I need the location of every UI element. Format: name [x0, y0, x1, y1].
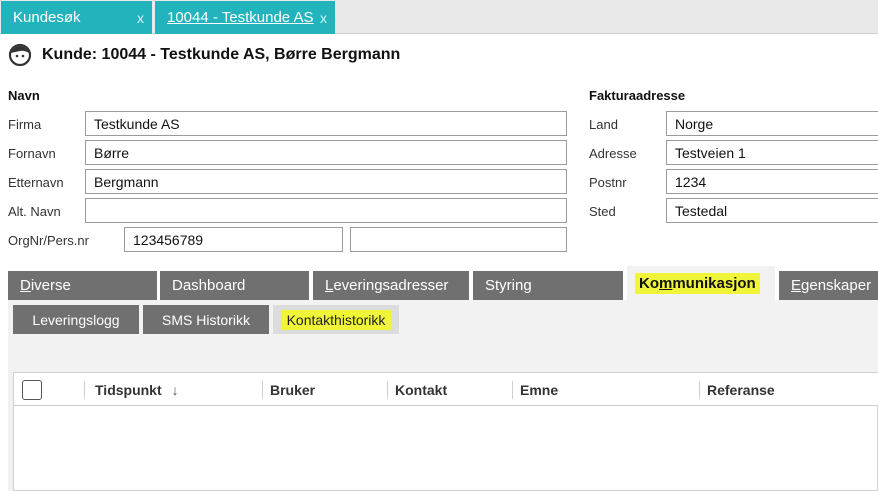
- subtab-sms-historikk[interactable]: SMS Historikk: [143, 305, 269, 334]
- column-emne[interactable]: Emne: [512, 373, 558, 406]
- column-tidspunkt[interactable]: Tidspunkt ↓: [87, 373, 179, 406]
- tab-kommunikasjon[interactable]: Kommunikasjon: [627, 266, 775, 300]
- fornavn-field[interactable]: Børre: [85, 140, 567, 165]
- subtab-label: Kontakthistorikk: [280, 309, 392, 330]
- tab-customer-10044[interactable]: 10044 - Testkunde AS x: [155, 1, 335, 34]
- close-icon[interactable]: x: [320, 10, 327, 26]
- column-kontakt[interactable]: Kontakt: [387, 373, 447, 406]
- tab-label: everingsadresser: [333, 277, 449, 294]
- tab-label: Kundesøk: [13, 9, 81, 26]
- subtab-leveringslogg[interactable]: Leveringslogg: [13, 305, 139, 334]
- postnr-field[interactable]: 1234: [666, 169, 878, 194]
- tab-label: 10044 - Testkunde AS: [167, 9, 314, 26]
- fakturaadresse-heading: Fakturaadresse: [589, 88, 686, 103]
- tab-mnemonic: E: [791, 277, 802, 294]
- subtab-label: SMS Historikk: [162, 311, 250, 328]
- adresse-field[interactable]: Testveien 1: [666, 140, 878, 165]
- page-header: Kunde: 10044 - Testkunde AS, Børre Bergm…: [8, 42, 400, 68]
- close-icon[interactable]: x: [137, 10, 144, 26]
- subtab-kontakthistorikk[interactable]: Kontakthistorikk: [273, 305, 399, 334]
- tab-label-highlight: Kommunikasjon: [635, 272, 760, 294]
- orgnr-label: OrgNr/Pers.nr: [8, 233, 89, 248]
- main-tabs: Diverse Dashboard Leveringsadresser Styr…: [0, 266, 878, 300]
- etternavn-field[interactable]: Bergmann: [85, 169, 567, 194]
- tab-dashboard[interactable]: Dashboard: [160, 271, 309, 300]
- sort-down-icon[interactable]: ↓: [172, 382, 179, 398]
- alt-navn-label: Alt. Navn: [8, 204, 61, 219]
- column-referanse[interactable]: Referanse: [699, 373, 775, 406]
- column-label: Bruker: [270, 381, 316, 398]
- select-all-checkbox[interactable]: [22, 380, 42, 400]
- navn-heading: Navn: [8, 88, 40, 103]
- adresse-label: Adresse: [589, 146, 637, 161]
- column-label: Kontakt: [395, 381, 448, 398]
- column-bruker[interactable]: Bruker: [262, 373, 315, 406]
- tab-leveringsadresser[interactable]: Leveringsadresser: [313, 271, 469, 300]
- tab-egenskaper[interactable]: Egenskaper: [779, 271, 878, 300]
- tab-label: Dashboard: [172, 277, 246, 294]
- alt-navn-field[interactable]: [85, 198, 567, 223]
- fornavn-label: Fornavn: [8, 146, 56, 161]
- tab-mnemonic: L: [325, 277, 334, 294]
- firma-field[interactable]: Testkunde AS: [85, 111, 567, 136]
- contact-history-grid: Tidspunkt ↓ Bruker Kontakt Emne Referans…: [13, 372, 878, 491]
- customer-face-icon: [8, 43, 32, 67]
- tab-diverse[interactable]: Diverse: [8, 271, 157, 300]
- tab-mnemonic: D: [20, 277, 31, 294]
- land-label: Land: [589, 117, 618, 132]
- orgnr-extra-field[interactable]: [350, 227, 567, 252]
- column-label: Referanse: [707, 381, 775, 398]
- tab-mnemonic: m: [659, 274, 673, 292]
- tab-kundesok[interactable]: Kundesøk x: [1, 1, 152, 34]
- sted-label: Sted: [589, 204, 616, 219]
- tab-label: munikasjon: [672, 274, 756, 292]
- sted-field[interactable]: Testedal: [666, 198, 878, 223]
- grid-header: Tidspunkt ↓ Bruker Kontakt Emne Referans…: [14, 373, 878, 406]
- subtab-label: Leveringslogg: [32, 311, 120, 328]
- top-tab-bar: Kundesøk x 10044 - Testkunde AS x: [0, 0, 878, 34]
- tab-label: iverse: [30, 277, 71, 294]
- postnr-label: Postnr: [589, 175, 627, 190]
- tab-label: Ko: [639, 274, 659, 292]
- column-divider: [84, 381, 85, 399]
- firma-label: Firma: [8, 117, 42, 132]
- tab-label: Styring: [485, 277, 532, 294]
- tab-styring[interactable]: Styring: [473, 271, 623, 300]
- column-label: Emne: [520, 381, 559, 398]
- column-label: Tidspunkt: [95, 381, 162, 398]
- etternavn-label: Etternavn: [8, 175, 64, 190]
- land-field[interactable]: Norge: [666, 111, 878, 136]
- orgnr-field[interactable]: 123456789: [124, 227, 343, 252]
- page-title: Kunde: 10044 - Testkunde AS, Børre Bergm…: [42, 46, 401, 63]
- tab-label: genskaper: [801, 277, 872, 294]
